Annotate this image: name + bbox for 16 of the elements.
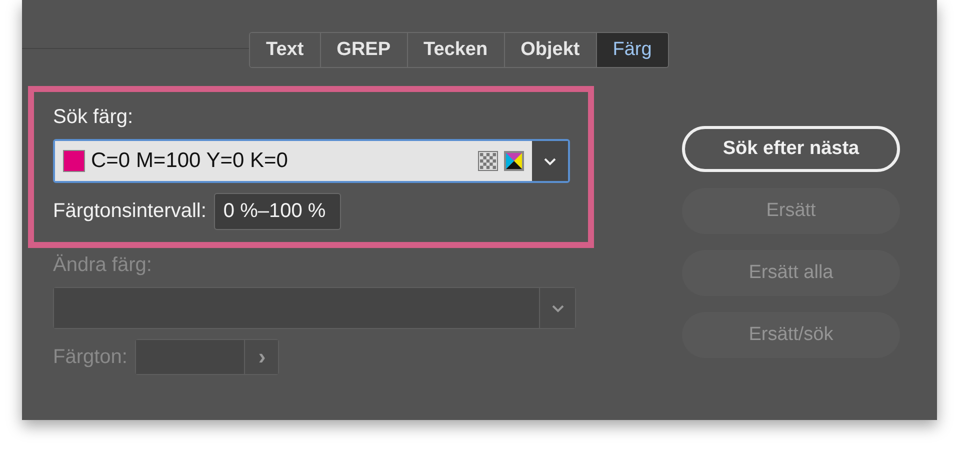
dropdown-value: C=0 M=100 Y=0 K=0 bbox=[91, 149, 289, 173]
field-label: Sök färg: bbox=[53, 106, 134, 129]
cmyk-icon bbox=[504, 151, 524, 171]
tab[interactable]: Text bbox=[250, 33, 321, 67]
color-swatch-icon bbox=[63, 150, 85, 172]
dropdown-button[interactable] bbox=[532, 141, 568, 181]
chevron-down-icon bbox=[543, 156, 557, 166]
dropdown-button[interactable] bbox=[539, 288, 575, 328]
chevron-down-icon bbox=[550, 304, 564, 312]
field-label: Färgtonsintervall: bbox=[53, 200, 206, 223]
tab[interactable]: Färg bbox=[596, 33, 668, 67]
color-dropdown[interactable] bbox=[53, 287, 576, 329]
checkered-swatch-icon bbox=[478, 151, 498, 171]
color-dropdown[interactable]: C=0 M=100 Y=0 K=0 bbox=[53, 139, 570, 183]
tint-range-field[interactable]: 0 %–100 % bbox=[214, 193, 341, 230]
action-button[interactable]: Sök efter nästa bbox=[682, 126, 900, 172]
